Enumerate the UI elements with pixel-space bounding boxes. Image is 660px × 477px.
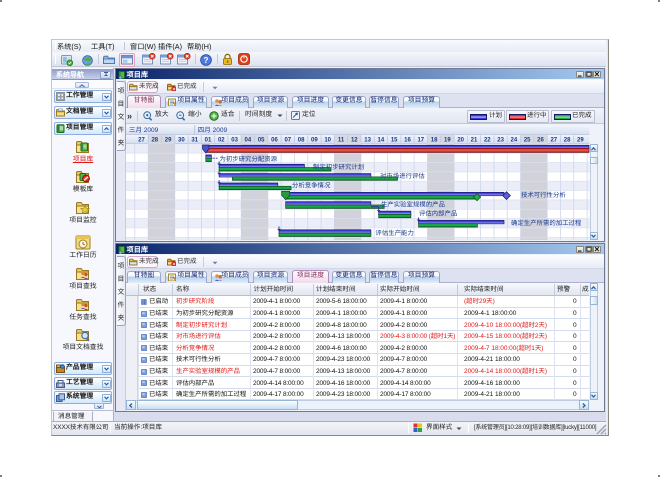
svg-text:技术可行性分析: 技术可行性分析 xyxy=(521,191,566,199)
svg-text:16: 16 xyxy=(404,137,411,143)
svg-text:12: 12 xyxy=(351,137,358,143)
svg-text:07: 07 xyxy=(284,137,291,143)
svg-text:08: 08 xyxy=(298,137,305,143)
svg-text:26: 26 xyxy=(537,137,544,143)
svg-text:10: 10 xyxy=(324,137,331,143)
svg-text:31: 31 xyxy=(191,137,198,143)
svg-text:11: 11 xyxy=(338,137,345,143)
svg-text:27: 27 xyxy=(138,137,145,143)
svg-text:19: 19 xyxy=(444,137,451,143)
svg-text:17: 17 xyxy=(417,137,424,143)
svg-text:04: 04 xyxy=(245,137,252,143)
svg-text:29: 29 xyxy=(165,137,172,143)
svg-text:24: 24 xyxy=(511,137,518,143)
svg-text:29: 29 xyxy=(577,137,584,143)
svg-text:25: 25 xyxy=(524,137,531,143)
svg-text:27: 27 xyxy=(550,137,557,143)
svg-text:生产实验室规模的产品: 生产实验室规模的产品 xyxy=(381,200,445,208)
svg-text:对市场进行评估: 对市场进行评估 xyxy=(380,172,425,180)
svg-text:28: 28 xyxy=(151,137,158,143)
svg-text:05: 05 xyxy=(258,137,265,143)
svg-text:14: 14 xyxy=(378,137,385,143)
svg-text:02: 02 xyxy=(218,137,225,143)
svg-text:评估生产能力: 评估生产能力 xyxy=(376,229,414,237)
svg-text:22: 22 xyxy=(484,137,491,143)
svg-text:23: 23 xyxy=(497,137,504,143)
svg-text:21: 21 xyxy=(471,137,478,143)
svg-text:01: 01 xyxy=(205,137,212,143)
svg-text:20: 20 xyxy=(457,137,464,143)
svg-text:制定初步研究计划: 制定初步研究计划 xyxy=(313,163,364,171)
svg-text:为初步研究分配资源: 为初步研究分配资源 xyxy=(220,155,278,163)
svg-text:18: 18 xyxy=(431,137,438,143)
svg-text:15: 15 xyxy=(391,137,398,143)
svg-text:确定生产所需的加工过程: 确定生产所需的加工过程 xyxy=(511,219,582,227)
svg-text:28: 28 xyxy=(564,137,571,143)
svg-text:03: 03 xyxy=(231,137,238,143)
svg-text:30: 30 xyxy=(178,137,185,143)
svg-text:09: 09 xyxy=(311,137,318,143)
svg-text:四月 2009: 四月 2009 xyxy=(198,126,228,134)
svg-text:06: 06 xyxy=(271,137,278,143)
svg-text:13: 13 xyxy=(364,137,371,143)
svg-text:三月 2009: 三月 2009 xyxy=(129,126,159,134)
svg-text:分析竞争情况: 分析竞争情况 xyxy=(292,182,331,190)
svg-text:评估内部产品: 评估内部产品 xyxy=(419,210,457,218)
svg-text:?: ? xyxy=(204,56,209,65)
